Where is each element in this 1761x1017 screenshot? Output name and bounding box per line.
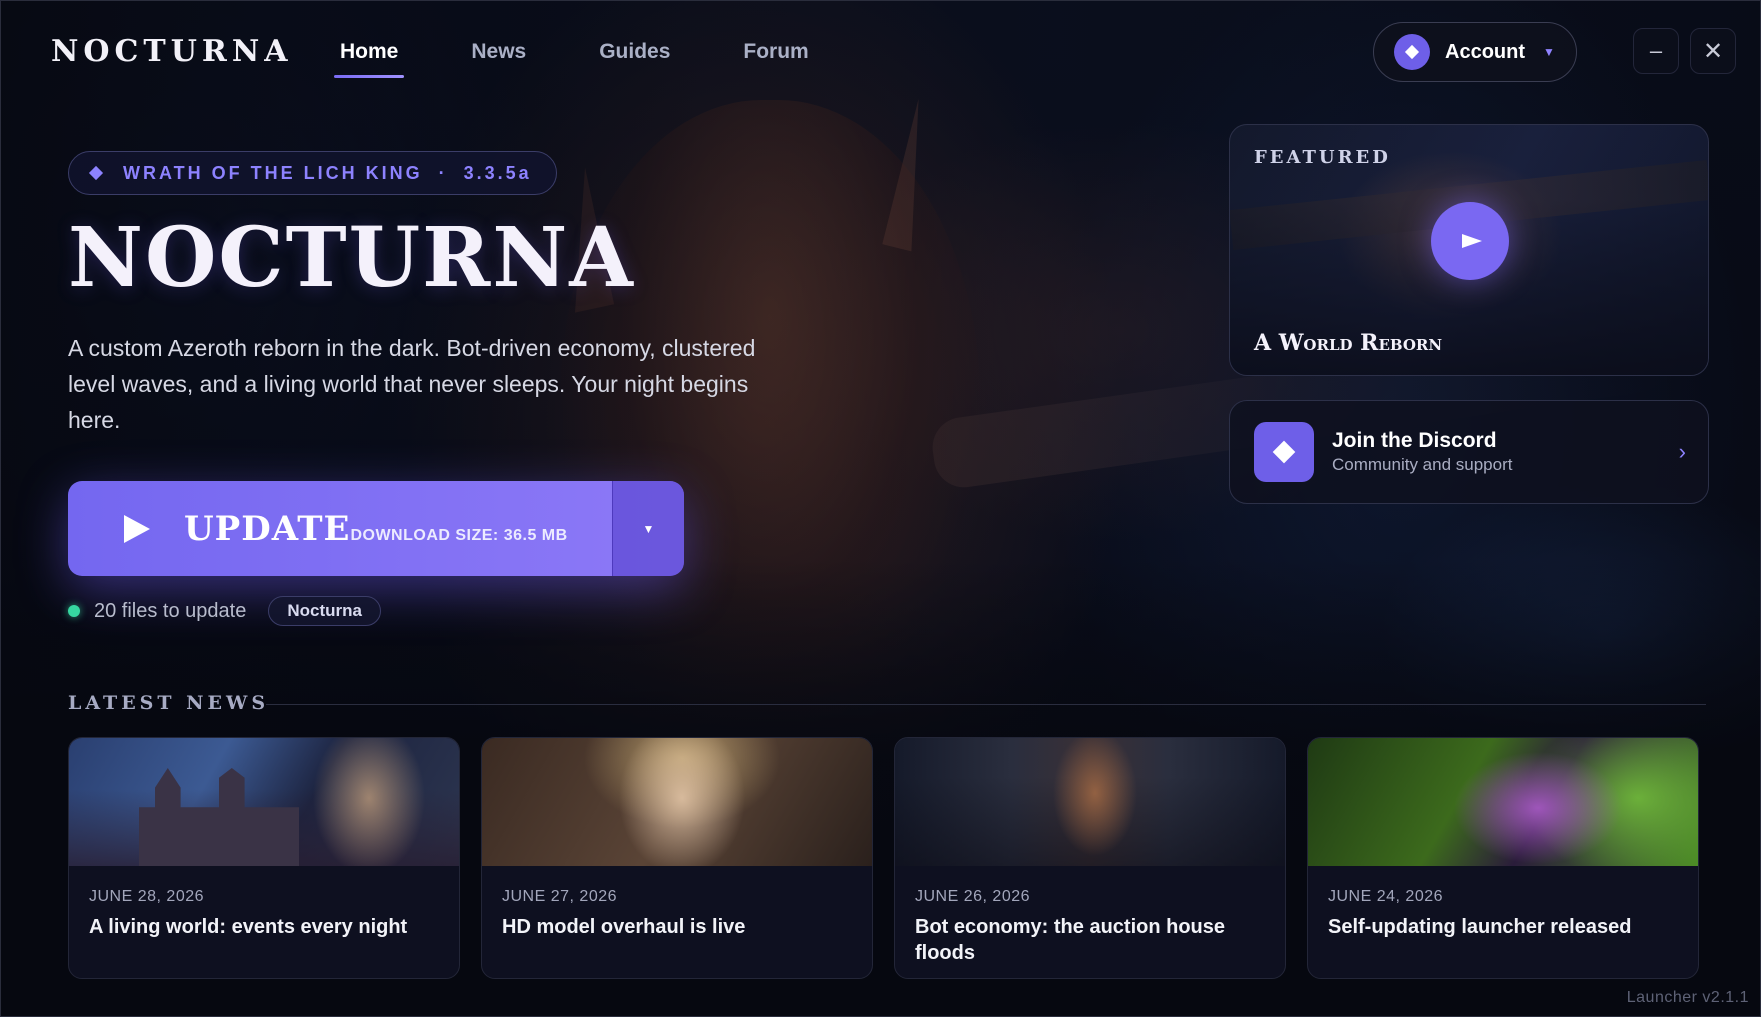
caret-down-icon: ▼ [1543, 45, 1555, 59]
news-grid: JUNE 28, 2026 A living world: events eve… [68, 737, 1699, 979]
diamond-icon [1272, 440, 1296, 464]
featured-play-button[interactable] [1431, 202, 1509, 280]
account-button[interactable]: Account ▼ [1373, 22, 1577, 82]
nav-news[interactable]: News [455, 36, 542, 78]
account-avatar [1394, 34, 1430, 70]
account-label: Account [1445, 40, 1525, 63]
news-date: JUNE 27, 2026 [502, 888, 618, 905]
news-title: Bot economy: the auction house floods [915, 916, 1226, 964]
diamond-icon [88, 165, 104, 181]
badge-version: 3.3.5a [463, 162, 532, 183]
minimize-icon: – [1649, 38, 1663, 63]
download-size: DOWNLOAD SIZE: 36.5 MB [350, 526, 568, 544]
discord-text: Join the Discord Community and support [1332, 429, 1512, 475]
hero-title: NOCTURNA [68, 210, 635, 306]
news-title: HD model overhaul is live [502, 916, 746, 938]
app-logo[interactable]: NOCTURNA [51, 34, 293, 69]
news-date: JUNE 24, 2026 [1328, 888, 1444, 905]
expansion-badge: WRATH OF THE LICH KING · 3.3.5a [68, 151, 557, 195]
discord-card[interactable]: Join the Discord Community and support › [1229, 400, 1709, 504]
play-icon [124, 514, 150, 543]
news-card[interactable]: JUNE 26, 2026 Bot economy: the auction h… [894, 737, 1286, 979]
nav-forum[interactable]: Forum [727, 36, 824, 78]
news-heading: LATEST NEWS [68, 692, 270, 714]
launcher-window: NOCTURNA Home News Guides Forum Account … [0, 0, 1761, 1017]
news-date: JUNE 26, 2026 [915, 888, 1031, 905]
discord-icon-tile [1254, 422, 1314, 482]
status-indicator [68, 605, 80, 617]
nav-guides[interactable]: Guides [583, 36, 686, 78]
launcher-version: Launcher v2.1.1 [1626, 989, 1749, 1006]
play-icon [1462, 234, 1482, 248]
news-thumbnail [895, 738, 1285, 866]
realm-chip[interactable]: Nocturna [268, 596, 381, 626]
featured-label: FEATURED [1254, 147, 1391, 168]
discord-subtitle: Community and support [1332, 455, 1513, 474]
update-status: 20 files to update Nocturna [68, 596, 381, 626]
close-icon: ✕ [1702, 37, 1724, 65]
update-options-button[interactable]: ▼ [612, 481, 684, 576]
news-card[interactable]: JUNE 24, 2026 Self-updating launcher rel… [1307, 737, 1699, 979]
news-card[interactable]: JUNE 28, 2026 A living world: events eve… [68, 737, 460, 979]
badge-separator: · [438, 162, 448, 183]
minimize-button[interactable]: – [1633, 28, 1679, 74]
update-button[interactable]: UPDATE DOWNLOAD SIZE: 36.5 MB ▼ [68, 481, 684, 576]
news-title: A living world: events every night [89, 916, 408, 938]
news-date: JUNE 28, 2026 [89, 888, 205, 905]
news-thumbnail [1308, 738, 1698, 866]
update-label: UPDATE [184, 508, 351, 549]
discord-title: Join the Discord [1332, 429, 1497, 452]
main-nav: Home News Guides Forum [334, 36, 882, 78]
news-thumbnail-castle [139, 768, 299, 866]
chevron-right-icon: › [1678, 439, 1686, 464]
nav-home[interactable]: Home [324, 36, 414, 78]
diamond-icon [1404, 44, 1420, 60]
news-divider [266, 704, 1706, 705]
news-thumbnail [482, 738, 872, 866]
badge-expansion: WRATH OF THE LICH KING [123, 162, 423, 183]
caret-down-icon: ▼ [642, 521, 655, 536]
close-button[interactable]: ✕ [1690, 28, 1736, 74]
status-text: 20 files to update [94, 599, 247, 622]
news-thumbnail [69, 738, 459, 866]
news-title: Self-updating launcher released [1328, 916, 1632, 938]
news-card[interactable]: JUNE 27, 2026 HD model overhaul is live [481, 737, 873, 979]
hero-description: A custom Azeroth reborn in the dark. Bot… [68, 335, 756, 433]
featured-card[interactable]: FEATURED A World Reborn [1229, 124, 1709, 376]
featured-title: A World Reborn [1254, 330, 1443, 356]
